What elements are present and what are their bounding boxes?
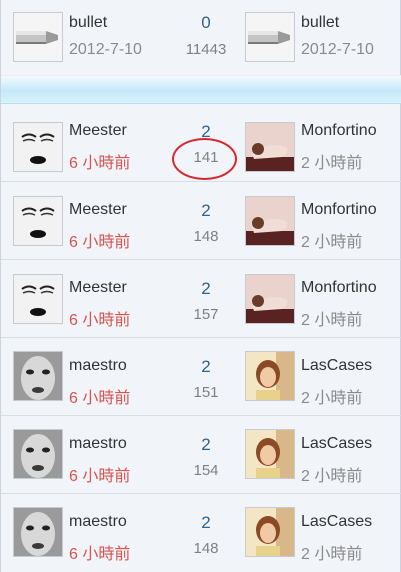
post-time: 6 小時前 [69,312,131,329]
author-name[interactable]: bullet [69,14,107,32]
last-post-time: 2012-7-10 [301,41,374,58]
view-count: 154 [193,462,219,479]
reply-count: 2 [201,201,211,220]
view-count: 148 [193,540,219,557]
highlight-circle-annotation [172,138,237,180]
last-post-time: 2 小時前 [301,234,363,251]
reply-count: 0 [201,13,211,32]
thread-list: bullet 2012-7-10 0 11443 bullet 2012-7-1… [0,0,401,572]
post-time: 6 小時前 [69,390,131,407]
last-poster-name[interactable]: Monfortino [301,279,377,297]
author-name[interactable]: Meester [69,201,127,219]
reply-count: 2 [201,279,211,298]
last-poster-name[interactable]: LasCases [301,435,372,453]
view-count: 151 [193,384,219,401]
pose-photo-avatar[interactable] [245,274,295,324]
last-post-time: 2 小時前 [301,312,363,329]
author-name[interactable]: maestro [69,357,127,375]
thread-row[interactable]: Meester 6 小時前 2 157 Monfortino 2 小時前 [1,260,401,338]
pose-photo-avatar[interactable] [245,122,295,172]
author-name[interactable]: Meester [69,122,127,140]
girl-photo-avatar[interactable] [245,429,295,479]
last-poster-name[interactable]: Monfortino [301,201,377,219]
reply-count: 2 [201,435,211,454]
face-sketch-avatar[interactable] [13,274,63,324]
thread-row[interactable]: Meester 6 小時前 2 148 Monfortino 2 小時前 [1,182,401,260]
post-time: 6 小時前 [69,468,131,485]
last-poster-name[interactable]: bullet [301,14,339,32]
face-bw-avatar[interactable] [13,507,63,557]
face-bw-avatar[interactable] [13,429,63,479]
pose-photo-avatar[interactable] [245,196,295,246]
face-sketch-avatar[interactable] [13,122,63,172]
post-time: 6 小時前 [69,546,131,563]
author-name[interactable]: Meester [69,279,127,297]
last-poster-name[interactable]: Monfortino [301,122,377,140]
view-count: 157 [193,306,219,323]
post-time: 6 小時前 [69,155,131,172]
post-time: 6 小時前 [69,234,131,251]
thread-row[interactable]: maestro 6 小時前 2 148 LasCases 2 小時前 [1,494,401,572]
post-time: 2012-7-10 [69,41,142,58]
face-sketch-avatar[interactable] [13,196,63,246]
thread-row[interactable]: bullet 2012-7-10 0 11443 bullet 2012-7-1… [1,0,401,74]
last-post-time: 2 小時前 [301,546,363,563]
face-bw-avatar[interactable] [13,351,63,401]
last-post-time: 2 小時前 [301,155,363,172]
last-post-time: 2 小時前 [301,390,363,407]
last-poster-name[interactable]: LasCases [301,357,372,375]
author-name[interactable]: maestro [69,435,127,453]
girl-photo-avatar[interactable] [245,351,295,401]
bullet-icon[interactable] [13,12,63,62]
reply-count: 2 [201,357,211,376]
view-count: 11443 [185,41,227,58]
section-divider-banner [1,75,401,104]
last-poster-name[interactable]: LasCases [301,513,372,531]
thread-row[interactable]: maestro 6 小時前 2 154 LasCases 2 小時前 [1,416,401,494]
girl-photo-avatar[interactable] [245,507,295,557]
bullet-icon[interactable] [245,12,295,62]
last-post-time: 2 小時前 [301,468,363,485]
author-name[interactable]: maestro [69,513,127,531]
view-count: 148 [193,228,219,245]
reply-count: 2 [201,513,211,532]
thread-row[interactable]: maestro 6 小時前 2 151 LasCases 2 小時前 [1,338,401,416]
